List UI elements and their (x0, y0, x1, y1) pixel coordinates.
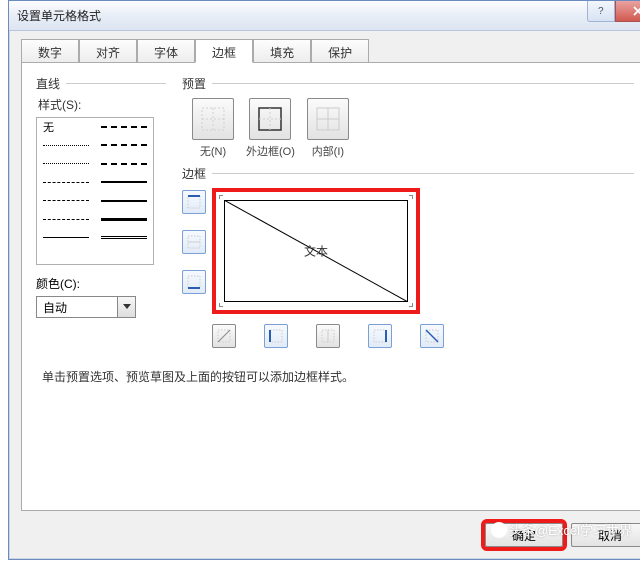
dialog-body: 数字 对齐 字体 边框 填充 保护 直线 样式(S): 无 (21, 39, 640, 547)
border-right-button[interactable] (368, 324, 392, 348)
help-button[interactable]: ? (587, 1, 615, 22)
line-style-opt[interactable] (37, 137, 95, 156)
border-bottom-button[interactable] (182, 270, 206, 294)
tab-strip: 数字 对齐 字体 边框 填充 保护 (21, 39, 640, 63)
close-button[interactable] (615, 1, 640, 22)
line-style-opt[interactable] (95, 211, 153, 230)
titlebar: 设置单元格格式 ? (9, 1, 640, 31)
preset-none-button[interactable] (192, 98, 234, 140)
preview-text: 文本 (304, 243, 328, 260)
style-label: 样式(S): (38, 96, 166, 113)
line-style-opt[interactable] (95, 137, 153, 156)
line-group-label: 直线 (36, 75, 166, 92)
line-style-opt[interactable] (95, 155, 153, 174)
format-cells-dialog: 设置单元格格式 ? 数字 对齐 字体 边框 填充 保护 直线 (8, 0, 640, 560)
line-style-opt[interactable] (37, 211, 95, 230)
border-preview[interactable]: 文本 (216, 192, 416, 310)
preset-inside-label: 内部(I) (312, 143, 344, 159)
line-style-opt[interactable] (37, 229, 95, 248)
line-style-opt[interactable] (37, 174, 95, 193)
tab-number[interactable]: 数字 (21, 39, 79, 63)
border-diag-up-button[interactable] (212, 324, 236, 348)
line-style-opt[interactable] (95, 118, 153, 137)
border-left-button[interactable] (264, 324, 288, 348)
preset-none-label: 无(N) (200, 143, 226, 159)
border-diag-down-button[interactable] (420, 324, 444, 348)
line-style-none[interactable]: 无 (37, 118, 95, 137)
tab-font[interactable]: 字体 (137, 39, 195, 63)
chevron-down-icon (117, 297, 135, 317)
line-style-opt[interactable] (95, 192, 153, 211)
color-dropdown[interactable]: 自动 (36, 296, 136, 318)
line-style-opt[interactable] (95, 229, 153, 248)
svg-text:?: ? (598, 6, 604, 16)
watermark-icon (491, 522, 507, 538)
border-top-button[interactable] (182, 190, 206, 214)
watermark: 头条@Excel学习世界 (489, 519, 634, 540)
line-group: 直线 样式(S): 无 (36, 75, 166, 385)
preset-inside-button[interactable] (307, 98, 349, 140)
line-style-list[interactable]: 无 (36, 117, 154, 265)
tab-protect[interactable]: 保护 (311, 39, 369, 63)
window-title: 设置单元格格式 (17, 7, 101, 24)
tab-align[interactable]: 对齐 (79, 39, 137, 63)
border-preview-highlight: 文本 (212, 188, 420, 314)
color-label: 颜色(C): (36, 275, 166, 292)
tab-border[interactable]: 边框 (195, 39, 253, 63)
tab-fill[interactable]: 填充 (253, 39, 311, 63)
window-buttons: ? (587, 1, 640, 22)
line-style-opt[interactable] (95, 174, 153, 193)
preset-border-area: 预置 无(N) 外边框(O) (166, 75, 634, 385)
border-middle-v-button[interactable] (316, 324, 340, 348)
border-group-label: 边框 (182, 165, 634, 182)
line-style-opt[interactable] (37, 155, 95, 174)
border-middle-h-button[interactable] (182, 230, 206, 254)
preset-outline-label: 外边框(O) (246, 143, 295, 159)
hint-text: 单击预置选项、预览草图及上面的按钮可以添加边框样式。 (42, 368, 634, 385)
preset-group-label: 预置 (182, 75, 634, 92)
preset-outline-button[interactable] (249, 98, 291, 140)
color-value: 自动 (43, 299, 67, 316)
line-style-opt[interactable] (37, 192, 95, 211)
border-tab-panel: 直线 样式(S): 无 (21, 62, 640, 511)
